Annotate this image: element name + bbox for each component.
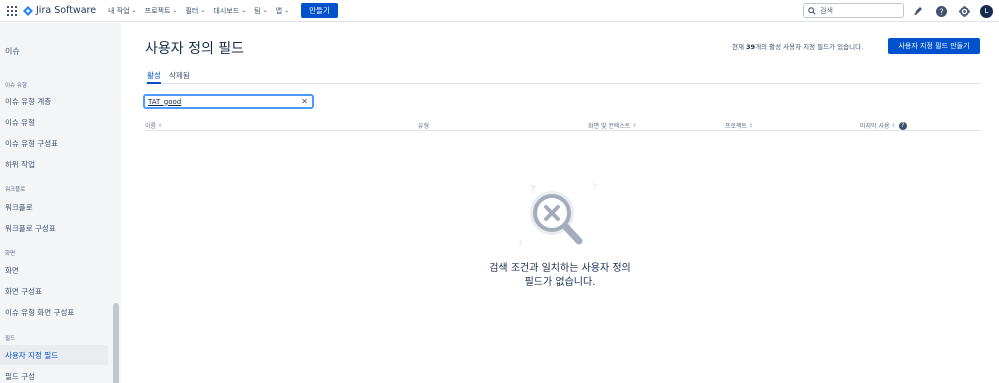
chevron-down-icon: ⌄ xyxy=(284,7,290,14)
menu-apps[interactable]: 앱 ⌄ xyxy=(276,6,289,16)
main-menu: 내 작업 ⌄ 프로젝트 ⌄ 필터 ⌄ 대시보드 ⌄ 팀 ⌄ 앱 ⌄ 만들기 xyxy=(108,3,338,18)
settings-gear-icon[interactable] xyxy=(957,4,971,18)
sidebar-item-label: 이슈 유형 구성표 xyxy=(5,138,59,148)
empty-state-message: 검색 조건과 일치하는 사용자 정의 필드가 없습니다. xyxy=(470,262,650,290)
search-placeholder: 검색 xyxy=(820,6,833,15)
menu-my-work[interactable]: 내 작업 ⌄ xyxy=(108,6,137,16)
column-label: 이름 xyxy=(145,123,157,130)
page-title: 사용자 정의 필드 xyxy=(145,41,245,57)
sidebar-item-label: 이슈 유형 계층 xyxy=(5,96,52,106)
sidebar-item-issue-type-schemes[interactable]: 이슈 유형 구성표 xyxy=(0,133,108,153)
help-icon[interactable]: ? xyxy=(934,4,948,18)
menu-label: 내 작업 xyxy=(108,6,130,15)
sidebar-item-issue-types[interactable]: 이슈 유형 xyxy=(0,112,108,132)
menu-filters[interactable]: 필터 ⌄ xyxy=(185,6,205,16)
column-label: 프로젝트 xyxy=(725,123,748,130)
field-filter-input[interactable]: TAT_good ✕ xyxy=(143,94,314,109)
avatar[interactable]: L xyxy=(980,4,993,18)
sidebar-group-screens: 화면 xyxy=(5,251,16,257)
sidebar-item-label: 필드 구성 xyxy=(5,371,35,381)
sidebar-item-label: 워크플로 xyxy=(5,202,33,212)
sidebar-item-label: 이슈 유형 xyxy=(5,117,35,127)
empty-message-line-1: 검색 조건과 일치하는 사용자 정의 xyxy=(489,263,631,274)
column-header-name[interactable]: 이름 ⇕ xyxy=(145,121,163,131)
tab-active[interactable]: 활성 xyxy=(147,70,161,84)
product-name: Jira Software xyxy=(36,5,97,16)
sidebar-item-workflow-schemes[interactable]: 워크플로 구성표 xyxy=(0,218,108,238)
sidebar-item-screen-schemes[interactable]: 화면 구성표 xyxy=(0,281,108,301)
sidebar-item-label: 워크플로 구성표 xyxy=(5,223,56,233)
clear-icon[interactable]: ✕ xyxy=(301,97,308,106)
sidebar-title: 이슈 xyxy=(5,47,20,56)
svg-text:?: ? xyxy=(518,240,523,250)
column-label: 화면 및 컨텍스트 xyxy=(588,123,631,130)
sort-icon: ⇕ xyxy=(891,122,896,129)
count-value: 39 xyxy=(746,43,756,51)
menu-label: 프로젝트 xyxy=(144,6,171,15)
menu-teams[interactable]: 팀 ⌄ xyxy=(254,6,267,16)
column-header-type: 유형 xyxy=(418,121,429,130)
sidebar-item-issue-type-screen-schemes[interactable]: 이슈 유형 화면 구성표 xyxy=(0,302,108,322)
sort-icon: ⇕ xyxy=(632,122,637,129)
sidebar-item-subtasks[interactable]: 하위 작업 xyxy=(0,154,108,174)
column-header-screens-contexts[interactable]: 화면 및 컨텍스트 ⇕ xyxy=(588,121,637,131)
product-logo[interactable]: Jira Software xyxy=(23,5,96,16)
svg-text:?: ? xyxy=(592,183,597,193)
sidebar: 이슈 이슈 유형 이슈 유형 계층 이슈 유형 이슈 유형 구성표 하위 작업 … xyxy=(0,23,121,383)
chevron-down-icon: ⌄ xyxy=(172,7,178,14)
sidebar-group-issue-types: 이슈 유형 xyxy=(5,83,27,89)
tab-deleted[interactable]: 삭제됨 xyxy=(169,70,190,84)
sidebar-item-field-configurations[interactable]: 필드 구성 xyxy=(0,366,108,383)
sidebar-item-issue-type-hierarchy[interactable]: 이슈 유형 계층 xyxy=(0,91,108,111)
chevron-down-icon: ⌄ xyxy=(262,7,268,14)
menu-dashboards[interactable]: 대시보드 ⌄ xyxy=(213,6,246,16)
create-button[interactable]: 만들기 xyxy=(301,3,338,18)
sidebar-item-workflows[interactable]: 워크플로 xyxy=(0,197,108,217)
sort-icon: ⇕ xyxy=(158,122,163,129)
menu-label: 팀 xyxy=(254,6,261,15)
chevron-down-icon: ⌄ xyxy=(131,7,137,14)
active-field-count: 현재 39개의 활성 사용자 지정 필드가 있습니다. xyxy=(732,41,863,51)
column-label: 마지막 사용 xyxy=(860,123,890,130)
column-header-last-used[interactable]: 마지막 사용 ⇕? xyxy=(860,121,907,130)
sort-icon: ⇕ xyxy=(749,122,754,129)
sidebar-item-screens[interactable]: 화면 xyxy=(0,260,108,280)
menu-label: 대시보드 xyxy=(213,6,240,15)
global-search-input[interactable]: 검색 xyxy=(803,3,904,18)
sidebar-group-fields: 필드 xyxy=(5,336,16,342)
top-right-actions: ? L xyxy=(911,4,993,18)
sidebar-item-label: 화면 구성표 xyxy=(5,286,42,296)
count-suffix: 개의 활성 사용자 지정 필드가 있습니다. xyxy=(755,43,864,51)
empty-search-magnifier-icon: ? ? ? xyxy=(518,183,597,250)
menu-label: 필터 xyxy=(185,6,199,15)
jira-logo-icon xyxy=(23,5,33,16)
count-prefix: 현재 xyxy=(732,43,747,51)
column-header-projects[interactable]: 프로젝트 ⇕ xyxy=(725,121,754,131)
create-custom-field-button[interactable]: 사용자 지정 필드 만들기 xyxy=(888,38,980,54)
sidebar-item-label: 하위 작업 xyxy=(5,159,35,169)
column-label: 유형 xyxy=(418,123,430,130)
sidebar-item-label: 사용자 지정 필드 xyxy=(5,350,59,360)
search-icon xyxy=(808,6,816,15)
sidebar-item-custom-fields[interactable]: 사용자 지정 필드 xyxy=(0,345,108,365)
menu-label: 앱 xyxy=(275,6,283,15)
empty-message-line-2: 필드가 없습니다. xyxy=(524,277,596,288)
menu-projects[interactable]: 프로젝트 ⌄ xyxy=(145,6,178,16)
chevron-down-icon: ⌄ xyxy=(200,7,206,14)
help-icon[interactable]: ? xyxy=(898,121,907,130)
svg-text:?: ? xyxy=(530,183,536,196)
filter-value: TAT_good xyxy=(148,97,182,106)
sidebar-item-label: 이슈 유형 화면 구성표 xyxy=(5,307,75,317)
app-switcher-icon[interactable] xyxy=(7,5,17,16)
tab-bar: 활성 삭제됨 xyxy=(145,70,980,84)
sidebar-group-workflows: 워크플로 xyxy=(5,187,26,193)
table-header-divider xyxy=(145,130,980,131)
sidebar-item-label: 화면 xyxy=(5,265,19,275)
svg-text:?: ? xyxy=(939,7,943,16)
sidebar-scrollbar[interactable] xyxy=(113,303,119,383)
chevron-down-icon: ⌄ xyxy=(241,7,247,14)
notifications-icon[interactable] xyxy=(911,4,925,18)
